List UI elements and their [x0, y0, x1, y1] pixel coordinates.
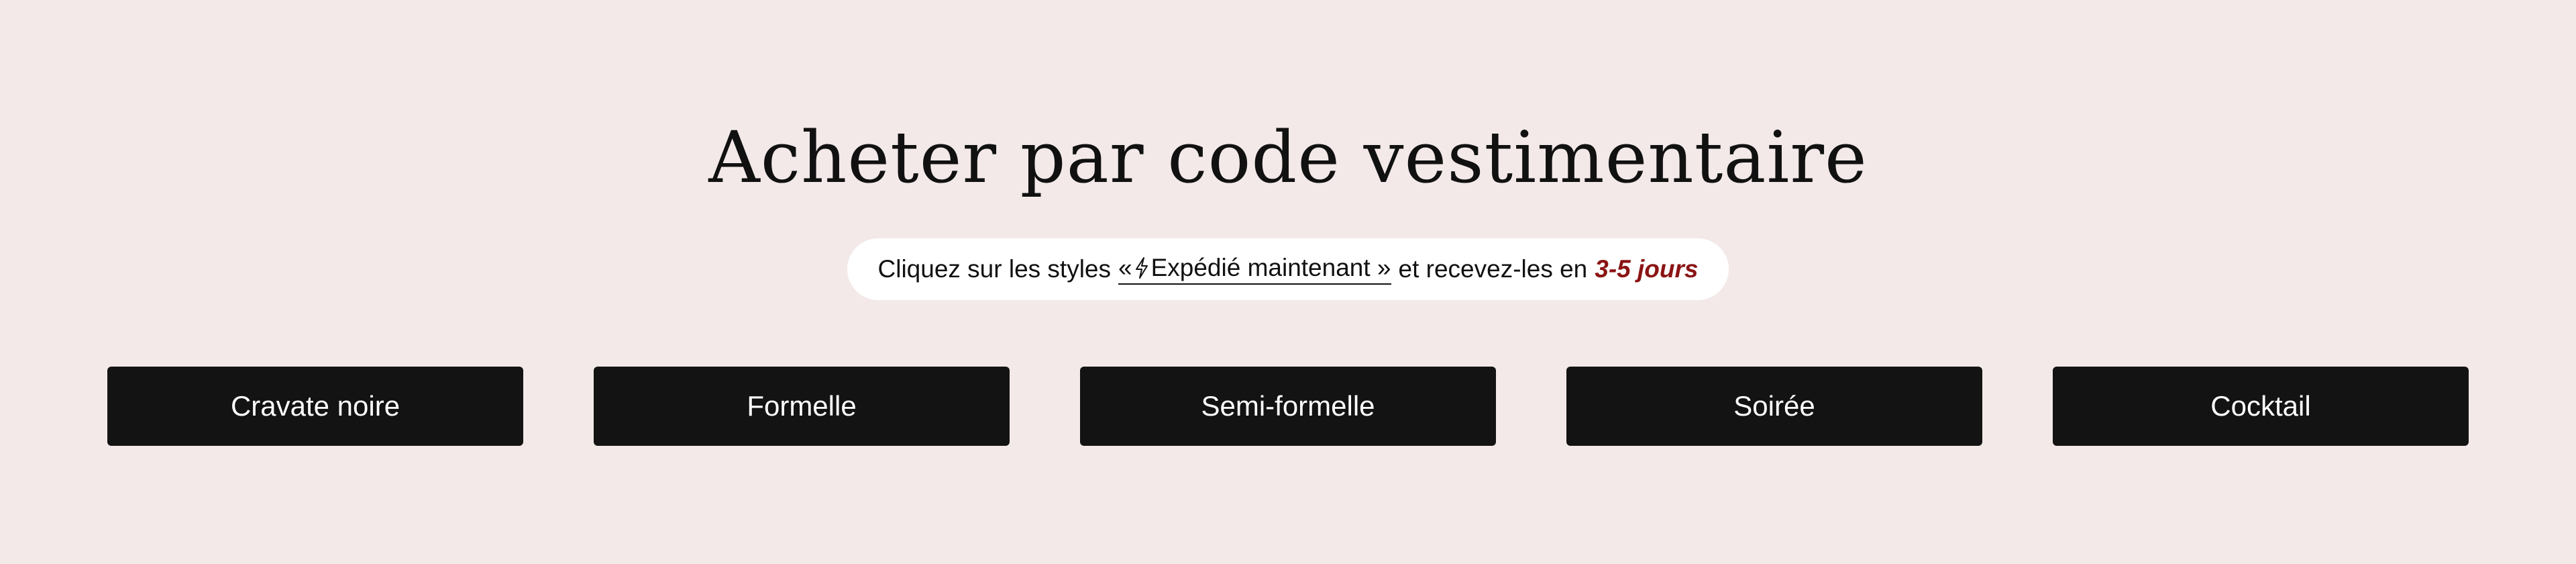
- cocktail-button[interactable]: Cocktail: [2053, 367, 2469, 446]
- semi-formal-button[interactable]: Semi-formelle: [1080, 367, 1496, 446]
- notice-middle: et recevez-les en: [1398, 255, 1588, 283]
- dress-code-buttons: Cravate noire Formelle Semi-formelle Soi…: [107, 367, 2469, 446]
- ships-now-label: Expédié maintenant »: [1150, 254, 1391, 281]
- evening-button[interactable]: Soirée: [1566, 367, 1982, 446]
- link-open-quote: «: [1118, 254, 1132, 281]
- dress-code-section: Acheter par code vestimentaire Cliquez s…: [0, 0, 2576, 564]
- formal-button[interactable]: Formelle: [594, 367, 1010, 446]
- delivery-days: 3-5 jours: [1595, 255, 1699, 283]
- section-title: Acheter par code vestimentaire: [708, 116, 1868, 199]
- ships-now-link[interactable]: « Expédié maintenant »: [1118, 254, 1391, 285]
- black-tie-button[interactable]: Cravate noire: [107, 367, 523, 446]
- shipping-notice: Cliquez sur les styles « Expédié mainten…: [847, 238, 1729, 300]
- notice-prefix: Cliquez sur les styles: [877, 255, 1112, 283]
- lightning-bolt-icon: [1135, 257, 1148, 279]
- shipping-notice-row: Cliquez sur les styles « Expédié mainten…: [0, 238, 2576, 300]
